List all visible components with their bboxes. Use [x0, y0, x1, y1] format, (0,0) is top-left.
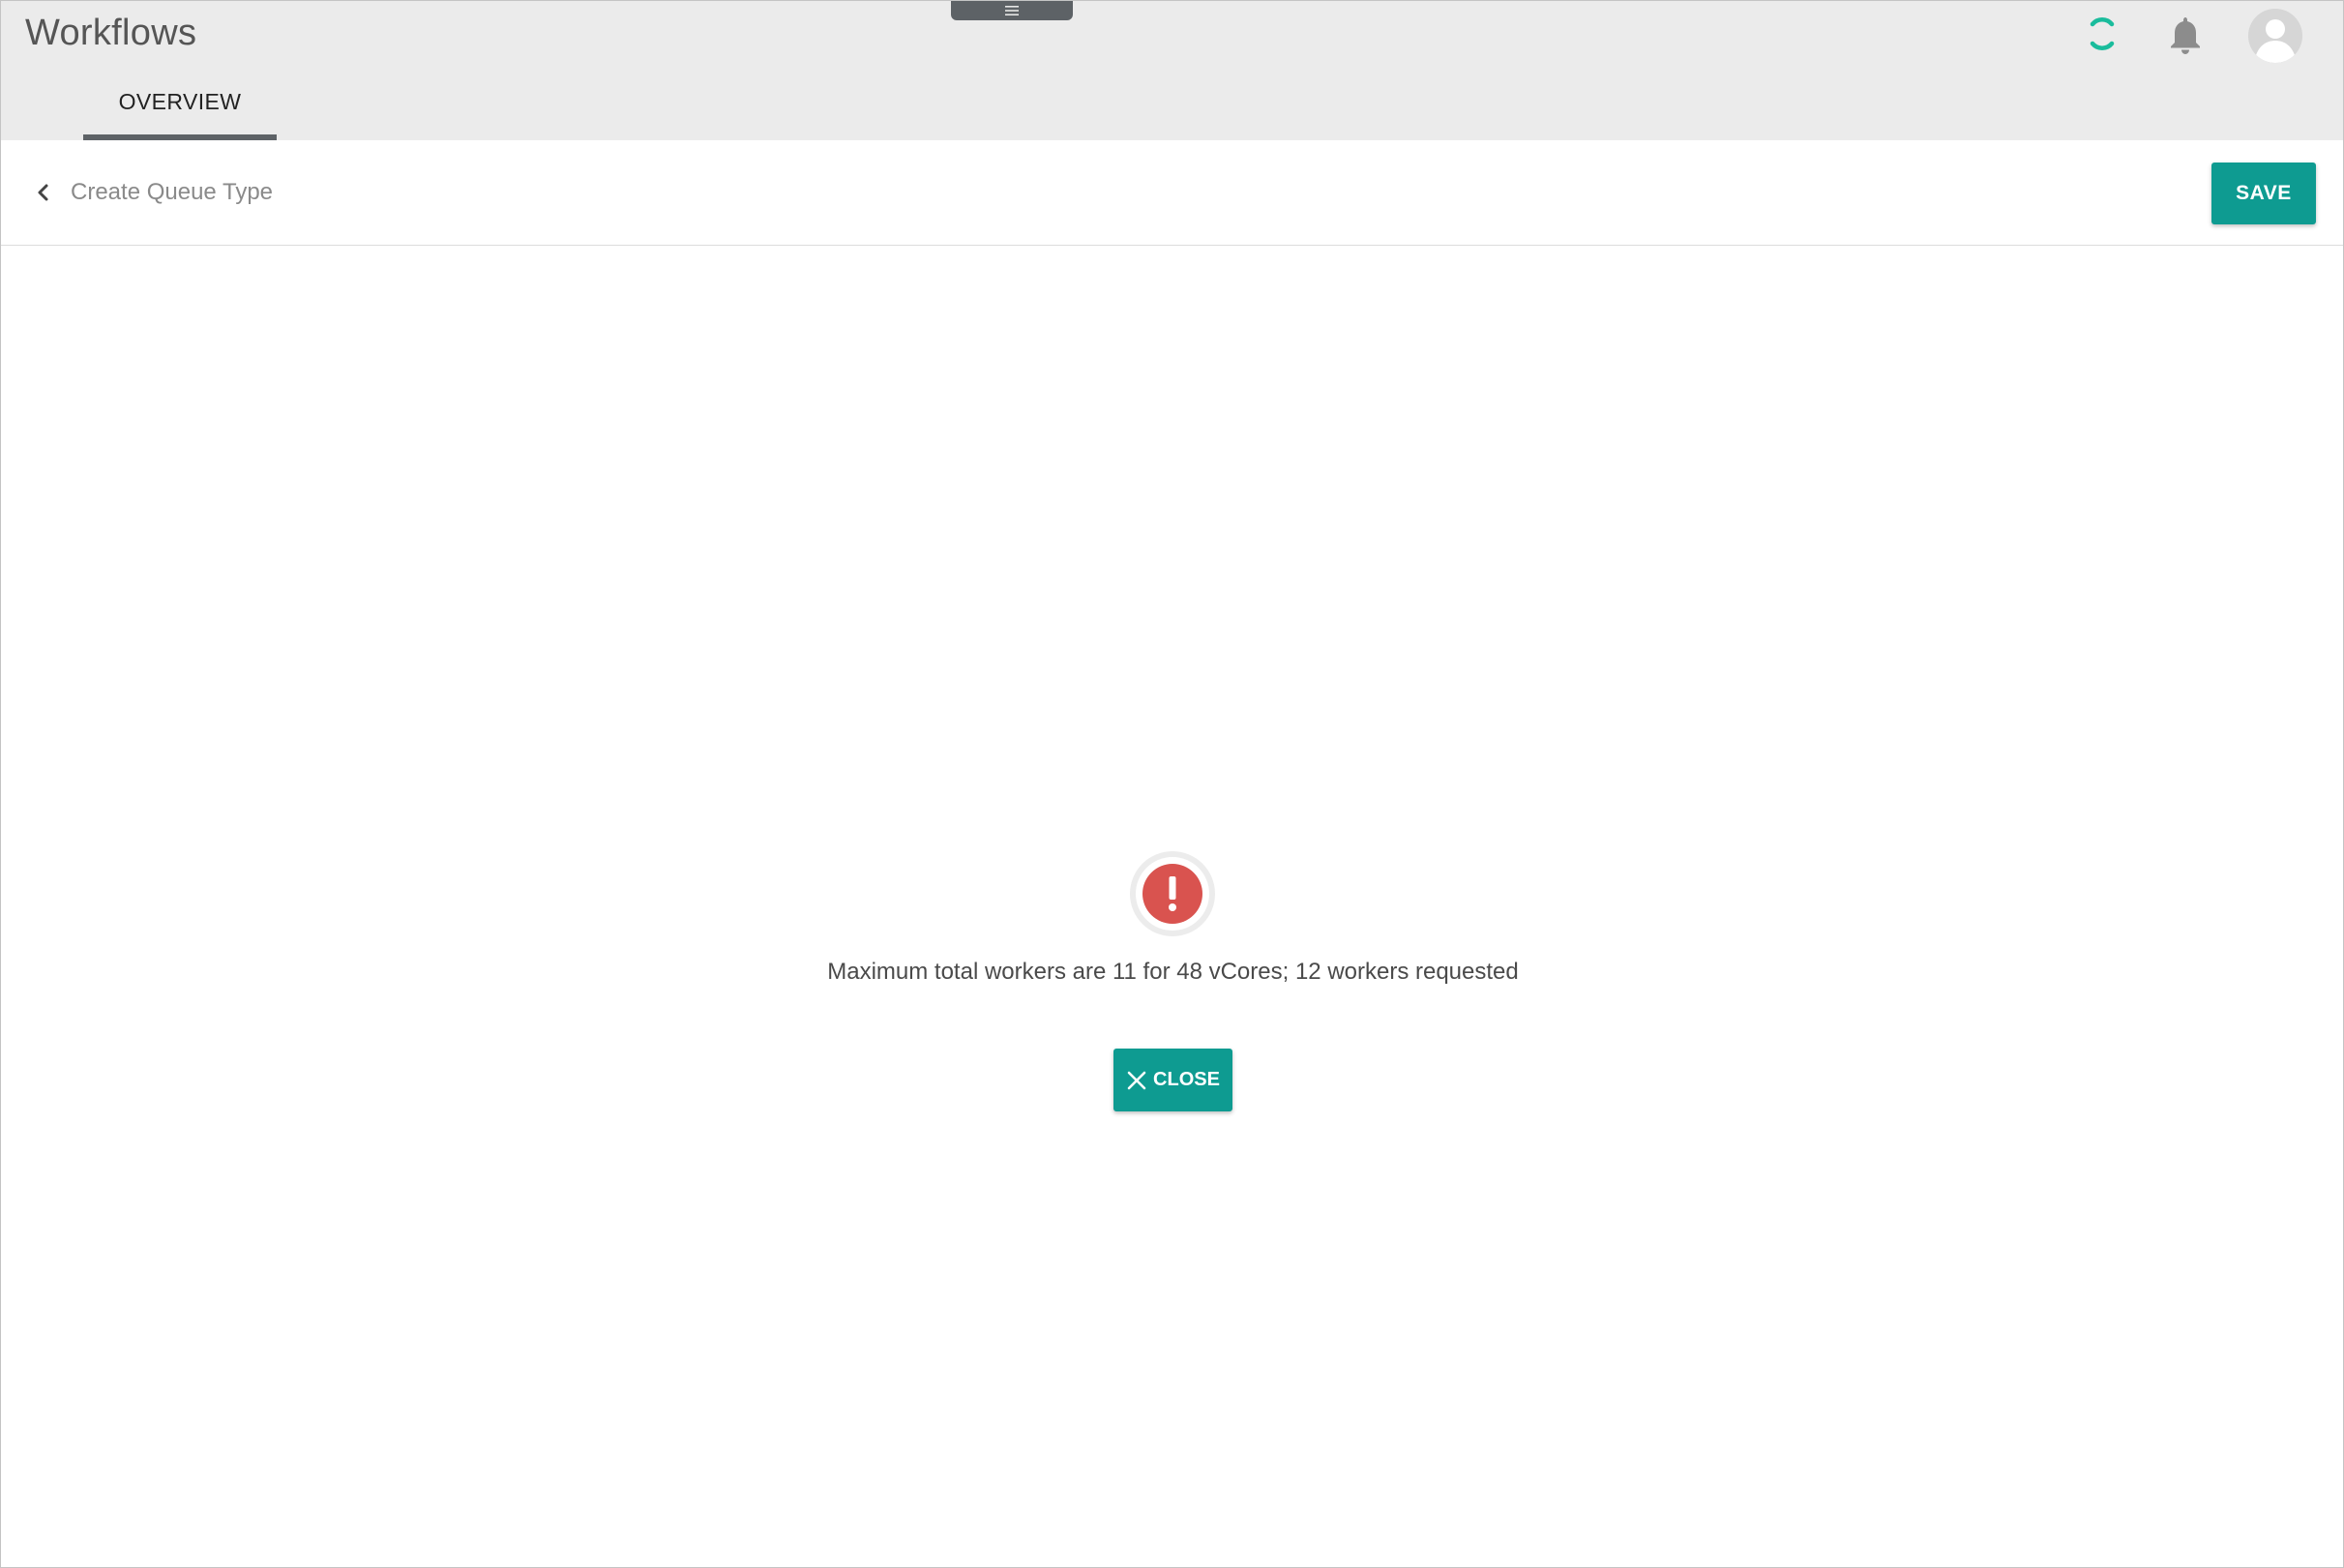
- menu-toggle[interactable]: [951, 1, 1073, 20]
- breadcrumb: Create Queue Type: [71, 179, 274, 205]
- loading-spinner-icon: [2090, 17, 2115, 50]
- tab-overview-label: OVERVIEW: [118, 89, 242, 114]
- bell-icon[interactable]: [2165, 14, 2206, 56]
- error-message: Maximum total workers are 11 for 48 vCor…: [827, 959, 1519, 985]
- page-toolbar: Create Queue Type SAVE: [1, 140, 2343, 246]
- avatar-icon: [2248, 9, 2302, 63]
- back-button[interactable]: [26, 175, 61, 210]
- user-avatar[interactable]: [2248, 9, 2302, 63]
- app-window: Workflows OVERVIEW Create Queue Type SAV…: [0, 0, 2344, 1568]
- close-icon: [1126, 1070, 1147, 1091]
- chevron-left-icon: [38, 184, 48, 201]
- error-icon-container: [1130, 851, 1215, 936]
- save-button[interactable]: SAVE: [2211, 163, 2316, 224]
- tab-overview[interactable]: OVERVIEW: [83, 82, 277, 140]
- app-title: Workflows: [25, 13, 197, 53]
- menu-icon: [1005, 6, 1019, 15]
- error-exclamation-icon: [1142, 864, 1202, 924]
- close-button-label: CLOSE: [1153, 1069, 1220, 1090]
- close-button[interactable]: CLOSE: [1113, 1049, 1232, 1111]
- app-header: Workflows OVERVIEW: [1, 1, 2343, 140]
